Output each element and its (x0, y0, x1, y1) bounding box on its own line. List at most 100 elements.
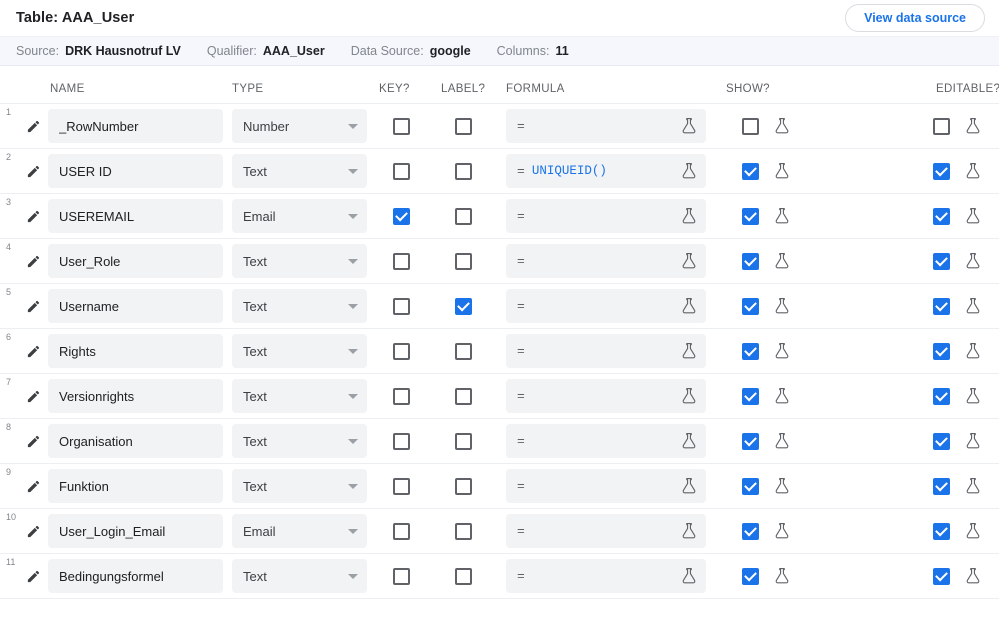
flask-icon[interactable] (680, 522, 698, 540)
flask-icon[interactable] (964, 297, 982, 315)
flask-icon[interactable] (680, 252, 698, 270)
editable-checkbox[interactable] (933, 297, 950, 315)
show-checkbox[interactable] (742, 432, 759, 450)
column-name-input[interactable] (48, 154, 223, 188)
label-checkbox[interactable] (455, 207, 472, 225)
edit-column-button[interactable] (18, 164, 48, 179)
flask-icon[interactable] (773, 477, 791, 495)
flask-icon[interactable] (680, 432, 698, 450)
column-name-input[interactable] (48, 379, 223, 413)
formula-input[interactable]: = (506, 244, 706, 278)
column-type-select[interactable]: Email (232, 514, 367, 548)
formula-input[interactable]: = (506, 469, 706, 503)
formula-input[interactable]: = (506, 289, 706, 323)
column-name-input[interactable] (48, 469, 223, 503)
key-checkbox[interactable] (393, 477, 410, 495)
flask-icon[interactable] (964, 567, 982, 585)
edit-column-button[interactable] (18, 344, 48, 359)
column-type-select[interactable]: Text (232, 424, 367, 458)
show-checkbox[interactable] (742, 477, 759, 495)
formula-input[interactable]: = (506, 559, 706, 593)
label-checkbox[interactable] (455, 342, 472, 360)
formula-input[interactable]: = (506, 334, 706, 368)
key-checkbox[interactable] (393, 207, 410, 225)
column-name-input[interactable] (48, 334, 223, 368)
editable-checkbox[interactable] (933, 477, 950, 495)
key-checkbox[interactable] (393, 297, 410, 315)
flask-icon[interactable] (773, 432, 791, 450)
label-checkbox[interactable] (455, 477, 472, 495)
edit-column-button[interactable] (18, 569, 48, 584)
column-name-input[interactable] (48, 109, 223, 143)
editable-checkbox[interactable] (933, 567, 950, 585)
show-checkbox[interactable] (742, 567, 759, 585)
column-name-input[interactable] (48, 559, 223, 593)
formula-input[interactable]: = UNIQUEID() (506, 154, 706, 188)
column-type-select[interactable]: Text (232, 379, 367, 413)
flask-icon[interactable] (964, 522, 982, 540)
flask-icon[interactable] (773, 162, 791, 180)
editable-checkbox[interactable] (933, 522, 950, 540)
flask-icon[interactable] (680, 387, 698, 405)
flask-icon[interactable] (773, 207, 791, 225)
label-checkbox[interactable] (455, 387, 472, 405)
edit-column-button[interactable] (18, 119, 48, 134)
edit-column-button[interactable] (18, 389, 48, 404)
flask-icon[interactable] (680, 117, 698, 135)
editable-checkbox[interactable] (933, 387, 950, 405)
column-name-input[interactable] (48, 424, 223, 458)
edit-column-button[interactable] (18, 434, 48, 449)
column-name-input[interactable] (48, 514, 223, 548)
column-type-select[interactable]: Text (232, 289, 367, 323)
flask-icon[interactable] (964, 162, 982, 180)
label-checkbox[interactable] (455, 522, 472, 540)
flask-icon[interactable] (680, 207, 698, 225)
column-type-select[interactable]: Text (232, 469, 367, 503)
flask-icon[interactable] (680, 477, 698, 495)
flask-icon[interactable] (773, 297, 791, 315)
label-checkbox[interactable] (455, 297, 472, 315)
key-checkbox[interactable] (393, 567, 410, 585)
formula-input[interactable]: = (506, 514, 706, 548)
flask-icon[interactable] (773, 567, 791, 585)
show-checkbox[interactable] (742, 252, 759, 270)
show-checkbox[interactable] (742, 387, 759, 405)
show-checkbox[interactable] (742, 297, 759, 315)
column-name-input[interactable] (48, 244, 223, 278)
show-checkbox[interactable] (742, 522, 759, 540)
flask-icon[interactable] (964, 477, 982, 495)
show-checkbox[interactable] (742, 342, 759, 360)
flask-icon[interactable] (964, 432, 982, 450)
editable-checkbox[interactable] (933, 252, 950, 270)
key-checkbox[interactable] (393, 162, 410, 180)
column-type-select[interactable]: Text (232, 154, 367, 188)
flask-icon[interactable] (773, 342, 791, 360)
editable-checkbox[interactable] (933, 162, 950, 180)
label-checkbox[interactable] (455, 252, 472, 270)
key-checkbox[interactable] (393, 432, 410, 450)
flask-icon[interactable] (773, 522, 791, 540)
flask-icon[interactable] (773, 117, 791, 135)
column-type-select[interactable]: Text (232, 334, 367, 368)
column-name-input[interactable] (48, 199, 223, 233)
flask-icon[interactable] (680, 297, 698, 315)
key-checkbox[interactable] (393, 342, 410, 360)
label-checkbox[interactable] (455, 162, 472, 180)
flask-icon[interactable] (680, 162, 698, 180)
flask-icon[interactable] (964, 252, 982, 270)
flask-icon[interactable] (964, 207, 982, 225)
formula-input[interactable]: = (506, 199, 706, 233)
edit-column-button[interactable] (18, 209, 48, 224)
flask-icon[interactable] (964, 387, 982, 405)
column-name-input[interactable] (48, 289, 223, 323)
flask-icon[interactable] (773, 252, 791, 270)
edit-column-button[interactable] (18, 479, 48, 494)
show-checkbox[interactable] (742, 162, 759, 180)
label-checkbox[interactable] (455, 117, 472, 135)
view-data-source-button[interactable]: View data source (845, 4, 985, 32)
key-checkbox[interactable] (393, 117, 410, 135)
column-type-select[interactable]: Text (232, 559, 367, 593)
key-checkbox[interactable] (393, 252, 410, 270)
flask-icon[interactable] (964, 342, 982, 360)
column-type-select[interactable]: Text (232, 244, 367, 278)
